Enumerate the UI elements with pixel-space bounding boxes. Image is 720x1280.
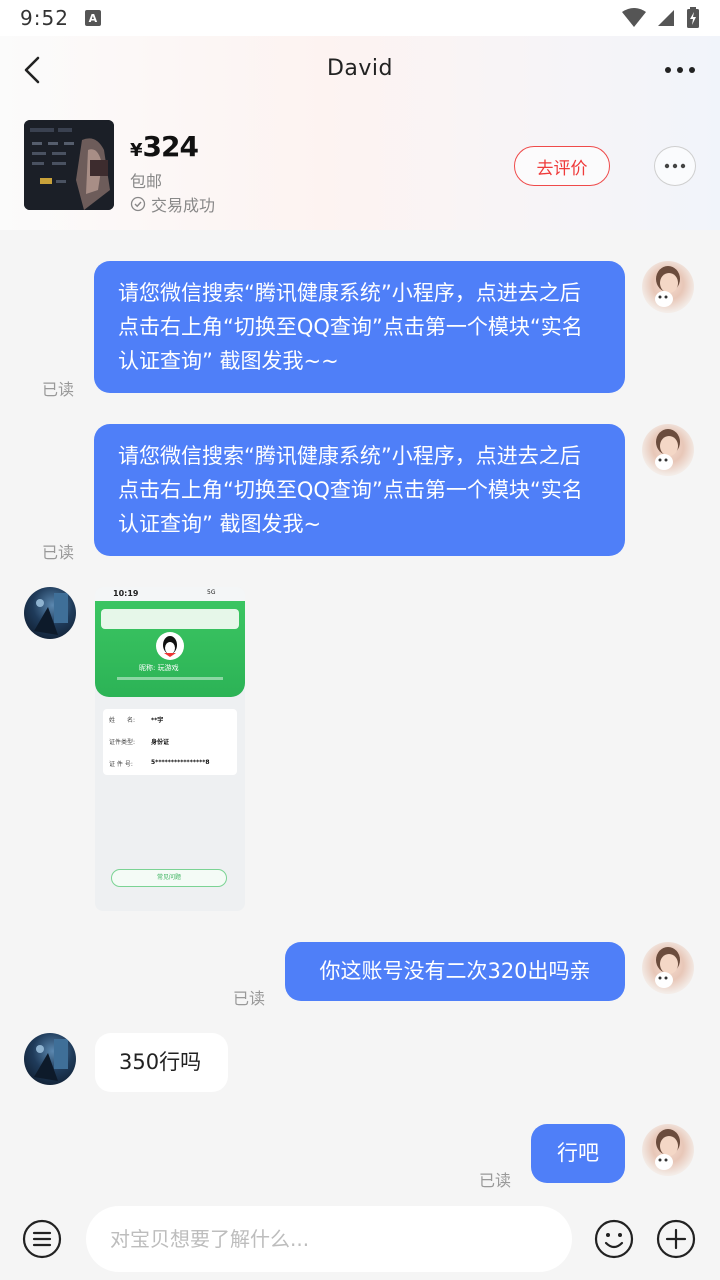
avatar-image: [655, 947, 680, 988]
screenshot-time: 10:19: [113, 589, 139, 598]
screenshot-signal: 5G: [207, 589, 216, 596]
nav-bar: David: [0, 36, 720, 106]
product-more-button[interactable]: [654, 146, 696, 186]
battery-icon: [687, 7, 699, 28]
notification-a-icon: A: [84, 10, 101, 26]
product-card[interactable]: ¥324 包邮 交易成功 去评价: [24, 120, 696, 215]
more-options-button[interactable]: [660, 58, 700, 82]
chat-header: David ¥324 包邮 交易成功 去评价: [0, 36, 720, 230]
trade-status: 交易成功: [130, 192, 215, 216]
product-image: [24, 120, 114, 210]
add-attachment-button[interactable]: [656, 1219, 696, 1259]
seller-avatar[interactable]: [24, 1033, 76, 1085]
menu-list-icon: [22, 1219, 62, 1259]
avatar-image: [34, 593, 68, 635]
avatar-image: [655, 266, 680, 307]
wifi-icon: [622, 8, 646, 27]
screenshot-nickname: 昵称: 玩游戏: [139, 664, 179, 672]
message-input[interactable]: [86, 1206, 572, 1272]
smiley-icon: [594, 1219, 634, 1259]
more-dots-icon: [664, 163, 686, 169]
my-message-bubble[interactable]: 请您微信搜索“腾讯健康系统”小程序，点进去之后点击右上角“切换至QQ查询”点击第…: [94, 424, 625, 556]
check-circle-icon: [130, 196, 146, 212]
screenshot-banner: [101, 609, 239, 629]
screenshot-row1-label: 姓 名:: [109, 717, 136, 724]
avatar-image: [655, 429, 680, 470]
my-avatar[interactable]: [642, 424, 694, 476]
avatar-image: [34, 1039, 68, 1081]
my-avatar[interactable]: [642, 1124, 694, 1176]
screenshot-subline: [117, 677, 223, 680]
qq-penguin-icon: [156, 632, 184, 660]
more-dots-icon: [665, 67, 695, 73]
menu-button[interactable]: [22, 1219, 62, 1259]
screenshot-row2-label: 证件类型:: [109, 739, 136, 746]
screenshot-row3-value: 5****************8: [151, 759, 210, 766]
review-button[interactable]: 去评价: [514, 146, 610, 186]
status-icons: [622, 7, 700, 29]
emoji-button[interactable]: [594, 1219, 634, 1259]
plus-circle-icon: [656, 1219, 696, 1259]
read-receipt: 已读: [479, 1171, 512, 1190]
screenshot-id-card: 姓 名: **宇 证件类型: 身份证 证 件 号: 5*************…: [103, 709, 237, 775]
price-currency: ¥: [130, 140, 143, 161]
read-receipt: 已读: [233, 989, 266, 1008]
seller-avatar[interactable]: [24, 587, 76, 639]
screenshot-row1-value: **宇: [151, 717, 164, 724]
screenshot-statusbar: 10:19 5G: [95, 587, 245, 601]
status-time: 9:52: [20, 6, 69, 30]
read-receipt: 已读: [42, 543, 75, 562]
seller-message-bubble[interactable]: 350行吗: [95, 1033, 228, 1092]
my-avatar[interactable]: [642, 942, 694, 994]
my-avatar[interactable]: [642, 261, 694, 313]
status-bar: 9:52 A: [0, 0, 720, 36]
avatar-image: [655, 1129, 680, 1170]
shipping-label: 包邮: [130, 172, 163, 191]
product-thumbnail[interactable]: [24, 120, 114, 210]
screenshot-green-header: 昵称: 玩游戏: [95, 601, 245, 697]
read-receipt: 已读: [42, 380, 75, 399]
image-message-screenshot[interactable]: 10:19 5G 昵称: 玩游戏 姓 名: **宇 证件类型: 身份证 证 件 …: [95, 587, 245, 911]
screenshot-faq-button: 常见问题: [111, 869, 227, 887]
my-message-bubble[interactable]: 行吧: [531, 1124, 625, 1183]
input-bar: [0, 1200, 720, 1280]
price-value: 324: [142, 130, 199, 163]
screenshot-row2-value: 身份证: [151, 739, 170, 746]
chat-title: David: [326, 56, 394, 81]
my-message-bubble[interactable]: 请您微信搜索“腾讯健康系统”小程序，点进去之后点击右上角“切换至QQ查询”点击第…: [94, 261, 625, 393]
trade-status-text: 交易成功: [151, 196, 216, 215]
my-message-bubble[interactable]: 你这账号没有二次320出吗亲: [285, 942, 625, 1001]
cell-signal-icon: [658, 10, 674, 26]
screenshot-row3-label: 证 件 号:: [109, 761, 133, 768]
product-price: ¥324: [130, 130, 199, 163]
